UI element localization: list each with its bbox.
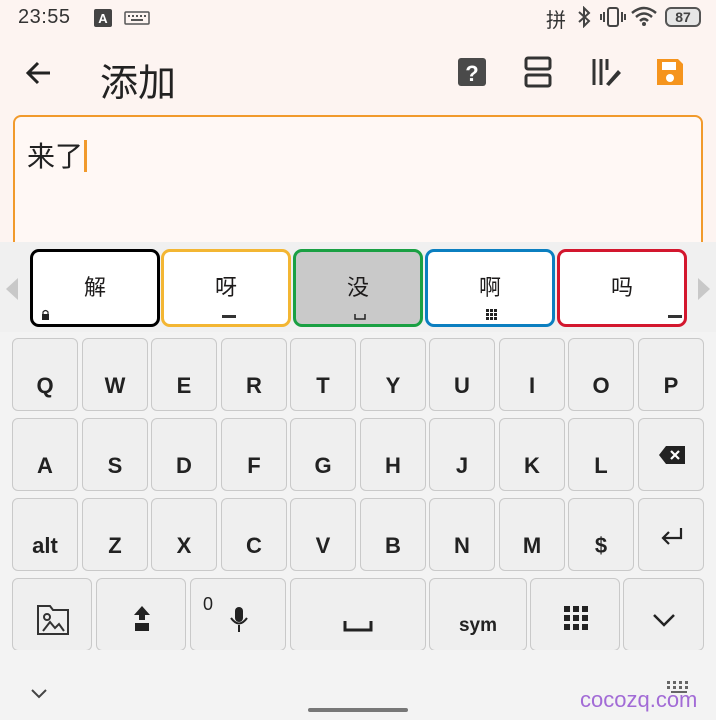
- key-a[interactable]: A: [12, 418, 78, 491]
- key-e[interactable]: E: [151, 338, 217, 411]
- key-p[interactable]: P: [638, 338, 704, 411]
- key-j[interactable]: J: [429, 418, 495, 491]
- key-l[interactable]: L: [568, 418, 634, 491]
- ctrl-icon: [222, 314, 236, 320]
- help-icon[interactable]: ?: [454, 54, 490, 90]
- candidate-5[interactable]: 吗: [557, 249, 687, 327]
- key-m[interactable]: M: [499, 498, 565, 571]
- space-icon: [354, 313, 366, 320]
- key-w[interactable]: W: [82, 338, 148, 411]
- candidate-2[interactable]: 呀: [161, 249, 291, 327]
- clipboard-image-icon: [35, 603, 71, 637]
- svg-text:A: A: [98, 11, 108, 26]
- wifi-icon: [630, 5, 658, 27]
- key-c[interactable]: C: [221, 498, 287, 571]
- pinyin-icon: 拼: [546, 10, 566, 32]
- status-time: 23:55: [18, 6, 71, 28]
- key-y[interactable]: Y: [360, 338, 426, 411]
- key-dollar[interactable]: $: [568, 498, 634, 571]
- key-t[interactable]: T: [290, 338, 356, 411]
- hide-keyboard-key[interactable]: [623, 578, 704, 651]
- shift-key[interactable]: [96, 578, 186, 651]
- key-n[interactable]: N: [429, 498, 495, 571]
- key-d[interactable]: D: [151, 418, 217, 491]
- key-z[interactable]: Z: [82, 498, 148, 571]
- key-i[interactable]: I: [499, 338, 565, 411]
- keyboard: 解 呀 没 啊 吗 Q W E R T Y U I O P A S D F G …: [0, 242, 716, 720]
- candidate-4[interactable]: 啊: [425, 249, 555, 327]
- keyboard-icon: [124, 11, 150, 25]
- svg-text:?: ?: [465, 61, 478, 86]
- lock-icon: [41, 309, 50, 320]
- numpad-key[interactable]: [530, 578, 620, 651]
- backspace-key[interactable]: [638, 418, 704, 491]
- bluetooth-icon: [576, 6, 592, 28]
- note-text-field[interactable]: 来了: [13, 115, 703, 255]
- app-bar: 添加 ?: [0, 40, 716, 110]
- space-key[interactable]: [290, 578, 426, 651]
- chevron-down-icon: [652, 613, 676, 627]
- key-k[interactable]: K: [499, 418, 565, 491]
- key-s[interactable]: S: [82, 418, 148, 491]
- numpad-grid-icon: [564, 606, 588, 630]
- key-o[interactable]: O: [568, 338, 634, 411]
- shift-lock-icon: [132, 604, 152, 632]
- sym-key[interactable]: sym: [429, 578, 527, 651]
- page-title: 添加: [100, 63, 177, 105]
- note-text-content: 来了: [27, 135, 88, 175]
- status-bar: 23:55 A 拼 87: [0, 0, 716, 34]
- grid-icon: [486, 309, 497, 320]
- edit-columns-icon[interactable]: [586, 54, 622, 90]
- backspace-icon: [658, 445, 686, 465]
- home-indicator[interactable]: [308, 708, 408, 712]
- a-box-icon: A: [93, 8, 113, 28]
- voice-input-key[interactable]: 0: [190, 578, 286, 651]
- microphone-icon: [229, 605, 249, 635]
- key-f[interactable]: F: [221, 418, 287, 491]
- collapse-chevron-icon[interactable]: [30, 688, 48, 699]
- voice-key-sub-label: 0: [203, 594, 214, 614]
- back-arrow-icon[interactable]: [22, 56, 56, 90]
- save-icon[interactable]: [652, 54, 688, 90]
- layout-icon[interactable]: [520, 54, 556, 90]
- candidate-bar: 解 呀 没 啊 吗: [0, 242, 716, 332]
- alt-icon: [668, 314, 682, 320]
- vibrate-icon: [600, 6, 626, 28]
- enter-key[interactable]: [638, 498, 704, 571]
- candidate-1[interactable]: 解: [30, 249, 160, 327]
- enter-icon: [659, 526, 685, 546]
- alt-key[interactable]: alt: [12, 498, 78, 571]
- key-r[interactable]: R: [221, 338, 287, 411]
- battery-indicator: 87: [665, 7, 701, 27]
- key-h[interactable]: H: [360, 418, 426, 491]
- candidate-prev-arrow-icon[interactable]: [6, 278, 18, 300]
- key-q[interactable]: Q: [12, 338, 78, 411]
- watermark-text: cocozq.com: [580, 687, 698, 712]
- text-cursor: [84, 140, 88, 172]
- clipboard-key[interactable]: [12, 578, 92, 651]
- key-v[interactable]: V: [290, 498, 356, 571]
- key-b[interactable]: B: [360, 498, 426, 571]
- key-g[interactable]: G: [290, 418, 356, 491]
- key-x[interactable]: X: [151, 498, 217, 571]
- key-u[interactable]: U: [429, 338, 495, 411]
- candidate-next-arrow-icon[interactable]: [698, 278, 710, 300]
- space-bar-icon: [343, 619, 373, 633]
- candidate-3[interactable]: 没: [293, 249, 423, 327]
